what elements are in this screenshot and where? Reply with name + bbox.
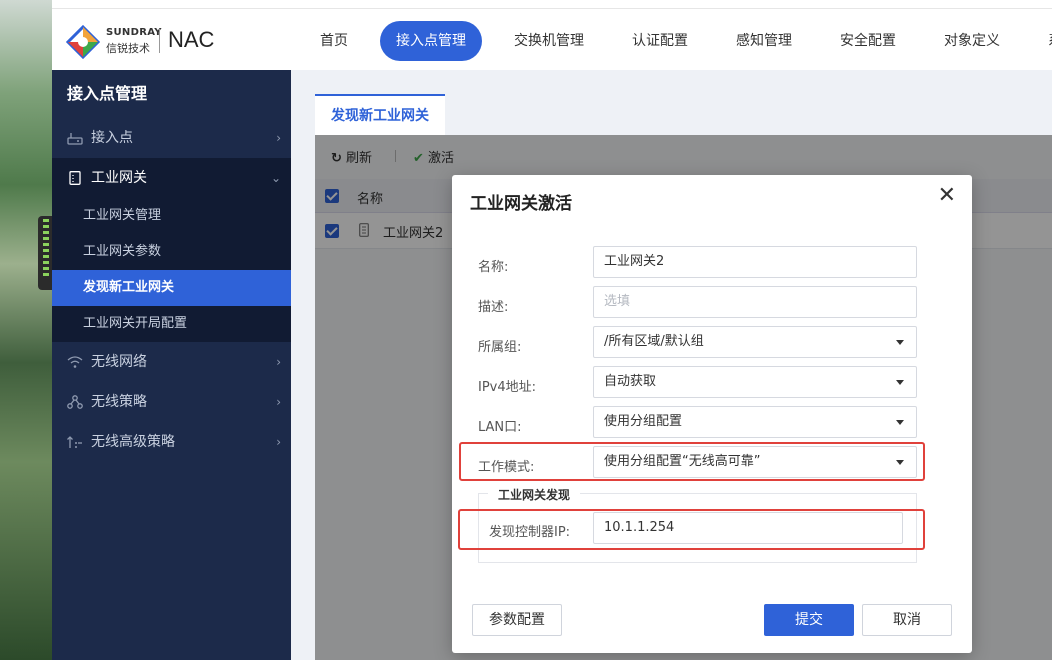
sidebar-subitem-gateway-params[interactable]: 工业网关参数 <box>52 234 291 270</box>
advanced-policy-icon <box>67 436 82 448</box>
sidebar-item-wireless-advanced-policy[interactable]: 无线高级策略 › <box>52 422 291 462</box>
name-field[interactable]: 工业网关2 <box>593 246 917 278</box>
sidebar-item-label: 接入点 <box>91 130 133 146</box>
chevron-right-icon: › <box>276 355 281 369</box>
gateway-icon <box>69 171 81 185</box>
group-select[interactable]: /所有区域/默认组 <box>593 326 917 358</box>
controller-ip-highlight <box>458 509 925 550</box>
sidebar-item-label: 无线策略 <box>91 394 147 410</box>
desktop-gadget-icon <box>38 216 52 290</box>
cancel-button[interactable]: 取消 <box>862 604 952 636</box>
description-label: 描述: <box>478 300 509 315</box>
sundray-logo-icon <box>66 25 100 59</box>
product-name: NAC <box>168 27 215 52</box>
work-mode-highlight <box>459 442 925 481</box>
sidebar-subitem-gateway-management[interactable]: 工业网关管理 <box>52 198 291 234</box>
chevron-right-icon: › <box>276 131 281 145</box>
desktop-background <box>0 0 52 660</box>
sidebar-item-wireless-policy[interactable]: 无线策略 › <box>52 382 291 422</box>
sidebar-item-industrial-gateway[interactable]: 工业网关 ⌄ <box>52 158 291 198</box>
wifi-icon <box>67 356 83 368</box>
ipv4-label: IPv4地址: <box>478 380 537 395</box>
submit-button[interactable]: 提交 <box>764 604 854 636</box>
brand-name-cn: 信锐技术 <box>106 42 150 55</box>
chevron-right-icon: › <box>276 395 281 409</box>
chevron-right-icon: › <box>276 435 281 449</box>
sidebar-item-label: 无线高级策略 <box>91 434 175 450</box>
main-nav: 首页 接入点管理 交换机管理 认证配置 感知管理 安全配置 对象定义 系统管理 <box>304 21 1052 61</box>
gateway-activate-dialog: 工业网关激活 ✕ 名称: 工业网关2 描述: 选填 所属组: /所有区域/默认组… <box>452 175 972 653</box>
policy-icon <box>67 395 83 409</box>
group-label: 所属组: <box>478 340 522 355</box>
lan-select[interactable]: 使用分组配置 <box>593 406 917 438</box>
sidebar-item-label: 工业网关 <box>91 170 147 186</box>
close-icon[interactable]: ✕ <box>938 183 956 208</box>
nav-perception-management[interactable]: 感知管理 <box>720 21 808 61</box>
nav-auth-config[interactable]: 认证配置 <box>616 21 704 61</box>
chevron-down-icon: ⌄ <box>270 171 281 185</box>
gateway-discovery-legend: 工业网关发现 <box>488 486 581 503</box>
description-field[interactable]: 选填 <box>593 286 917 318</box>
sidebar-item-label: 无线网络 <box>91 354 147 370</box>
dialog-title: 工业网关激活 <box>470 194 572 214</box>
logo-divider <box>159 29 160 53</box>
sidebar-item-wireless-network[interactable]: 无线网络 › <box>52 342 291 382</box>
tab-bar: 发现新工业网关 <box>291 70 1052 135</box>
brand-name-en: SUNDRAY <box>106 27 162 38</box>
top-header: SUNDRAY 信锐技术 NAC 首页 接入点管理 交换机管理 认证配置 感知管… <box>52 8 1052 70</box>
sidebar-subitem-gateway-initial-config[interactable]: 工业网关开局配置 <box>52 306 291 342</box>
sidebar-title: 接入点管理 <box>67 84 148 103</box>
sidebar-subitem-discover-gateway[interactable]: 发现新工业网关 <box>52 270 291 306</box>
ipv4-select[interactable]: 自动获取 <box>593 366 917 398</box>
name-label: 名称: <box>478 260 509 275</box>
sidebar: 接入点管理 接入点 › 工业网关 ⌄ 工业网关管理 工业网关参数 发现新工业网关… <box>52 70 291 660</box>
tab-discover-gateway[interactable]: 发现新工业网关 <box>315 94 445 135</box>
nav-security-config[interactable]: 安全配置 <box>824 21 912 61</box>
lan-label: LAN口: <box>478 420 522 435</box>
sidebar-group-industrial-gateway: 工业网关 ⌄ 工业网关管理 工业网关参数 发现新工业网关 工业网关开局配置 <box>52 158 291 342</box>
nav-system-management[interactable]: 系统管理 <box>1032 21 1052 61</box>
nav-home[interactable]: 首页 <box>304 21 364 61</box>
router-icon <box>67 133 83 145</box>
param-config-button[interactable]: 参数配置 <box>472 604 562 636</box>
sidebar-item-access-point[interactable]: 接入点 › <box>52 118 291 158</box>
nav-object-definition[interactable]: 对象定义 <box>928 21 1016 61</box>
nav-access-point-management[interactable]: 接入点管理 <box>380 21 482 61</box>
nav-switch-management[interactable]: 交换机管理 <box>498 21 600 61</box>
